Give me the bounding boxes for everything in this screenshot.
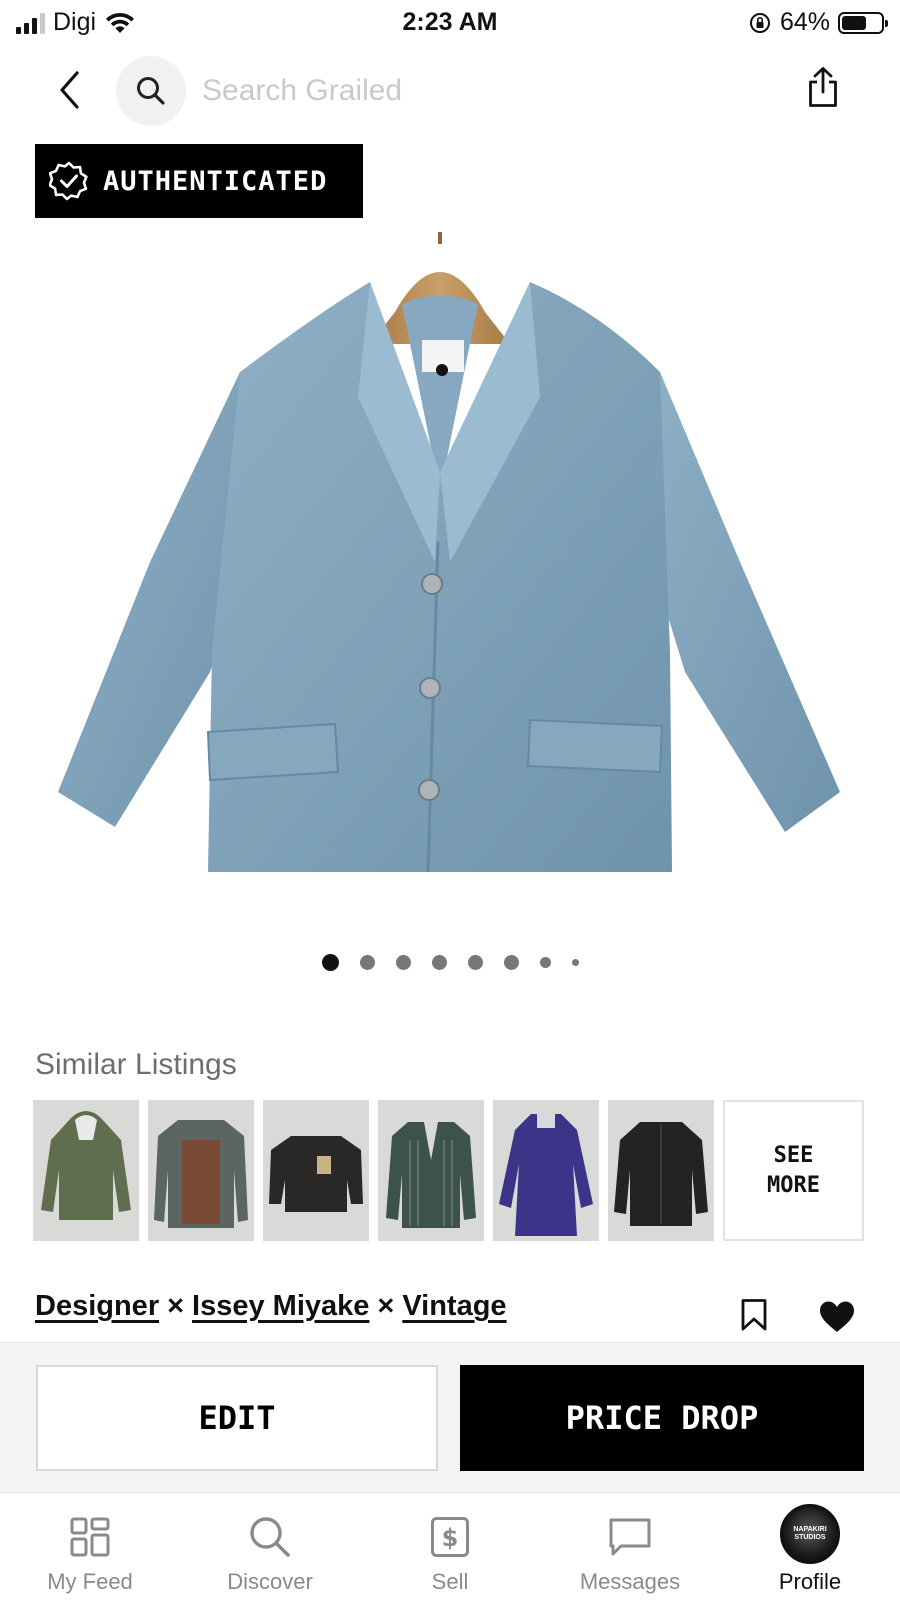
tab-label: Messages <box>579 1569 681 1594</box>
similar-listing-4[interactable] <box>378 1100 484 1241</box>
carousel-dot-4[interactable] <box>431 955 447 970</box>
search-icon <box>250 1517 290 1557</box>
tab-messages[interactable]: Messages <box>540 1493 720 1600</box>
black-work-jacket-thumbnail <box>269 1136 363 1212</box>
authenticated-badge[interactable]: AUTHENTICATED <box>35 144 363 218</box>
tab-label: Sell <box>431 1569 469 1594</box>
back-button[interactable] <box>50 68 90 112</box>
similar-listing-1[interactable] <box>33 1100 139 1241</box>
carousel-dot-2[interactable] <box>359 955 375 970</box>
brand-link-vintage[interactable]: Vintage <box>402 1290 506 1323</box>
search-bar[interactable] <box>116 56 676 126</box>
carousel-dot-8[interactable] <box>571 959 579 966</box>
svg-text:$: $ <box>442 1524 459 1552</box>
top-navigation <box>0 52 900 128</box>
share-button[interactable] <box>806 66 850 116</box>
search-icon <box>137 77 165 105</box>
image-carousel-dots[interactable] <box>0 954 900 971</box>
tab-label: Discover <box>227 1569 313 1594</box>
striped-blazer-thumbnail <box>386 1122 476 1228</box>
similar-listing-3[interactable] <box>263 1100 369 1241</box>
edit-button[interactable]: EDIT <box>36 1365 438 1471</box>
product-image[interactable] <box>40 232 860 912</box>
search-button[interactable] <box>116 56 186 126</box>
tab-label: My Feed <box>47 1569 133 1594</box>
action-bar: EDIT PRICE DROP <box>0 1342 900 1492</box>
battery-icon <box>838 11 888 34</box>
status-bar: Digi 2:23 AM 64% <box>0 0 900 46</box>
verified-check-icon <box>49 161 88 201</box>
olive-parka-thumbnail <box>41 1111 131 1220</box>
brand-separator: × <box>377 1290 395 1322</box>
black-shirt-jacket-thumbnail <box>614 1122 708 1226</box>
status-right: 64% <box>748 8 888 37</box>
battery-percent: 64% <box>779 8 830 36</box>
tab-profile[interactable]: NAPAKIRI STUDIOS Profile <box>720 1493 900 1600</box>
heart-icon <box>820 1301 854 1332</box>
brand-link-designer[interactable]: Designer <box>35 1290 159 1323</box>
bookmark-icon <box>741 1299 767 1331</box>
avatar: NAPAKIRI STUDIOS <box>780 1504 840 1564</box>
avatar-text: NAPAKIRI STUDIOS <box>793 1526 827 1541</box>
tab-sell[interactable]: $ Sell <box>360 1493 540 1600</box>
similar-listing-5[interactable] <box>493 1100 599 1241</box>
carousel-dot-5[interactable] <box>467 955 483 970</box>
orientation-lock-icon <box>749 12 770 33</box>
tab-my-feed[interactable]: My Feed <box>0 1493 180 1600</box>
share-icon <box>809 67 837 107</box>
bottom-tab-bar: My Feed Discover $ Sell Messages NAPAKIR… <box>0 1492 900 1600</box>
designer-brands: Designer × Issey Miyake × Vintage <box>35 1290 507 1323</box>
purple-coat-thumbnail <box>499 1114 593 1236</box>
similar-listing-2[interactable] <box>148 1100 254 1241</box>
search-input[interactable] <box>202 74 642 108</box>
authenticated-label: AUTHENTICATED <box>103 165 328 197</box>
tab-discover[interactable]: Discover <box>180 1493 360 1600</box>
patchwork-jacket-thumbnail <box>154 1120 248 1228</box>
back-chevron-icon <box>60 71 79 109</box>
tab-label: Profile <box>778 1569 842 1594</box>
carousel-dot-3[interactable] <box>395 955 411 970</box>
brand-separator: × <box>167 1290 185 1322</box>
see-more-button[interactable]: SEE MORE <box>723 1100 864 1241</box>
carousel-dot-7[interactable] <box>539 957 551 968</box>
brand-link-issey-miyake[interactable]: Issey Miyake <box>192 1290 369 1323</box>
grid-feed-icon <box>70 1517 110 1557</box>
carousel-dot-1[interactable] <box>321 954 339 971</box>
favorite-button[interactable] <box>818 1300 856 1334</box>
dollar-tag-icon: $ <box>431 1517 469 1557</box>
jacket-illustration <box>58 232 840 873</box>
price-drop-button[interactable]: PRICE DROP <box>460 1365 864 1471</box>
similar-listings-title: Similar Listings <box>35 1048 237 1081</box>
carousel-dot-6[interactable] <box>503 955 519 970</box>
similar-listing-6[interactable] <box>608 1100 714 1241</box>
similar-listings-row: SEE MORE <box>33 1100 864 1241</box>
chat-bubble-icon <box>609 1518 651 1556</box>
bookmark-button[interactable] <box>740 1298 768 1334</box>
